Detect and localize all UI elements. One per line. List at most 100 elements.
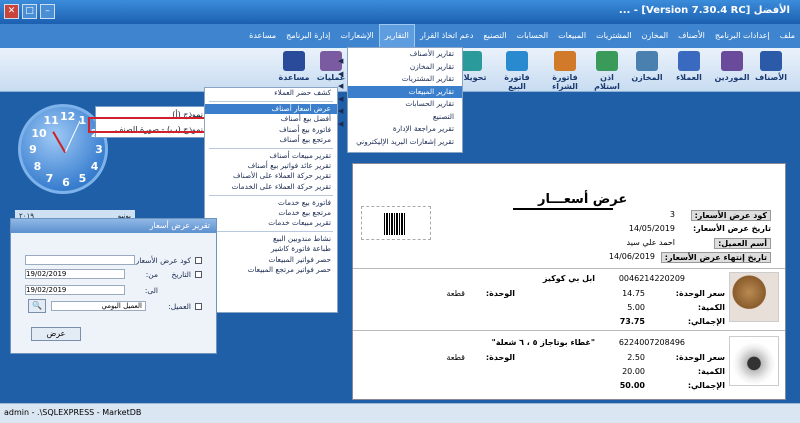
toolbar-icon [506,51,528,71]
divider [353,330,785,331]
toolbar-icon [636,51,658,71]
submenu-item[interactable]: حصر فواتير المبيعات [205,255,337,265]
close-icon[interactable]: ✕ [4,4,19,19]
total-label: الإجمالي: [687,381,725,390]
sales-submenu: كشف حضر العملاء عرض أسعار أصناف أفضل بيع أ… [204,87,338,313]
menu-item[interactable]: دعم اتخاذ القرار [415,24,479,48]
menu-item[interactable]: التصنيع [478,24,511,48]
reports-menu-item[interactable]: تقرير مراجعة الإدارة [348,123,462,136]
item-unit: قطعة [446,289,465,298]
show-button[interactable]: عرض [31,327,81,341]
dialog-title: تقرير عرض أسعار [11,219,216,233]
menu-item[interactable]: ملف [775,24,800,48]
clock-number: 4 [90,159,99,173]
submenu-item[interactable]: فاتورة بيع خدمات [205,198,337,208]
toolbar-label: اذن استلام [594,73,620,91]
submenu-separator [209,228,333,233]
expiry-value: 14/06/2019 [608,252,655,261]
quote-code-checkbox[interactable] [195,257,202,264]
reports-menu-item[interactable]: تقارير الأصناف [348,48,462,61]
menu-item[interactable]: المخازن [637,24,674,48]
expiry-label: تاريخ إنتهاء عرض الأسعار: [660,252,771,263]
quote-code-input[interactable] [25,255,135,265]
window-title: الأفضل [Version 7.30.4 RC] - ... [618,5,790,16]
menu-item[interactable]: المبيعات [553,24,591,48]
submenu-item[interactable]: طباعة فاتورة كاشير [205,244,337,254]
quote-date-label: تاريخ عرض الأسعار: [692,224,771,233]
toolbar-label: مساعدة [278,73,310,82]
submenu-item[interactable]: مرتجع بيع أصناف [205,135,337,145]
toolbar-label: فاتورة الشراء [552,73,578,91]
clock-number: 9 [29,143,37,156]
submenu-item[interactable]: أفضل بيع أصناف [205,114,337,124]
toolbar-button[interactable]: العملاء [668,51,710,89]
reports-menu-item[interactable]: تقارير الحسابات [348,98,462,111]
clock-number: 5 [78,171,87,185]
toolbar-button[interactable]: مساعدة [273,51,315,89]
quote-report-dialog: تقرير عرض أسعار كود عرض الأسعار: التاريخ… [10,218,217,354]
toolbar-label: الأصناف [755,73,787,82]
reports-menu-item[interactable]: تقارير المخازن [348,61,462,74]
qty-label: الكمية: [697,303,725,312]
submenu-item[interactable]: حصر فواتير مرتجع المبيعات [205,265,337,275]
reports-menu-item[interactable]: التصنيع [348,111,462,124]
submenu-item[interactable]: نشاط مندوبين البيع [205,234,337,244]
customer-select[interactable]: العميل اليومي [51,301,146,311]
maximize-icon[interactable]: □ [22,4,37,19]
submenu-separator [209,192,333,196]
menu-item[interactable]: الإشعارات [335,24,378,48]
item-name: ابل بي كوكيز [542,274,595,283]
submenu-item[interactable]: تقرير حركة العملاء على الخدمات [205,182,337,192]
item-barcode: 0046214220209 [618,274,685,283]
customer-checkbox[interactable] [195,303,202,310]
menu-item[interactable]: التقارير [378,24,415,48]
toolbar-button[interactable]: المخازن [626,51,668,89]
submenu-item[interactable]: مرتجع بيع خدمات [205,208,337,218]
qty-label: الكمية: [697,367,725,376]
toolbar-label: العملاء [676,73,702,82]
total-label: الإجمالي: [687,317,725,326]
customer-label: العميل: [168,302,191,311]
toolbar-button[interactable]: فاتورة البيع [496,51,538,91]
menu-item[interactable]: الأصناف [673,24,710,48]
menu-item[interactable]: مساعدة [244,24,281,48]
date-checkbox[interactable] [195,271,202,278]
toolbar-icon [460,51,482,71]
search-customer-button[interactable]: 🔍 [28,299,46,313]
highlight-box [88,117,207,133]
menu-item[interactable]: إدارة البرنامج [281,24,335,48]
reports-menu-item[interactable]: تقرير إشعارات البريد الإليكتروني [348,136,462,149]
toolbar-icon [678,51,700,71]
minimize-icon[interactable]: – [40,4,55,19]
submenu-item[interactable]: تقرير حركة العملاء على الأصناف [205,171,337,181]
toolbar-button[interactable]: الأصناف [750,51,792,89]
submenu-item[interactable]: تقرير عائد فواتير بيع أصناف [205,161,337,171]
item-total: 73.75 [619,317,645,326]
title-underline [513,208,613,210]
toolbar-label: المخازن [631,73,663,82]
toolbar-button[interactable]: الموردين [711,51,753,89]
clock-number: 1 [78,114,87,128]
menu-item[interactable]: إعدادات البرنامج [710,24,775,48]
submenu-item[interactable]: تقرير مبيعات أصناف [205,151,337,161]
product-image [729,336,779,386]
date-to-input[interactable]: 19/02/2019 [25,285,125,295]
submenu-separator [209,98,333,103]
toolbar-button[interactable]: اذن استلام [586,51,628,91]
date-to-label: الى: [144,286,158,295]
quote-date-value: 14/05/2019 [628,224,675,233]
submenu-item[interactable]: كشف حضر العملاء [205,88,337,98]
date-label: التاريخ [171,270,191,279]
reports-menu-item[interactable]: تقارير المبيعات [348,85,462,98]
submenu-item[interactable]: عرض أسعار أصناف [205,104,337,115]
reports-menu-item[interactable]: تقارير المشتريات [348,73,462,86]
toolbar-button[interactable]: فاتورة الشراء [544,51,586,91]
item-barcode: 6224007208496 [618,338,685,347]
submenu-item[interactable]: تقرير مبيعات خدمات [205,218,337,228]
toolbar-icon [760,51,782,71]
menu-item[interactable]: المشتريات [591,24,636,48]
submenu-item[interactable]: فاتورة بيع أصناف [205,125,337,135]
item-name: "غطاء بوتاجاز ٥ ، ٦ شعلة" [491,338,595,347]
menu-item[interactable]: الحسابات [512,24,554,48]
date-from-input[interactable]: 19/02/2019 [25,269,125,279]
